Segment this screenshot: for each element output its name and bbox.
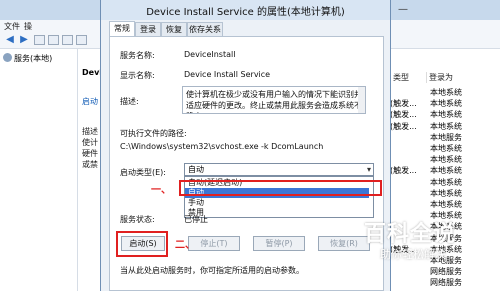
menu-action[interactable]: 操	[24, 21, 32, 32]
table-row[interactable]: (触发... 本地系统	[390, 108, 500, 120]
table-row[interactable]: 网络服务	[390, 265, 500, 277]
table-row[interactable]: 本地系统	[390, 86, 500, 98]
detail-description-line: 使计	[82, 138, 98, 147]
exe-path-value: C:\Windows\system32\svchost.exe -k DcomL…	[120, 142, 324, 151]
table-row[interactable]: 网络服务	[390, 276, 500, 288]
watermark-slogan: 助你轻松解决	[380, 248, 446, 261]
table-row[interactable]: (触发... 本地系统	[390, 120, 500, 132]
menu-file[interactable]: 文件	[4, 21, 20, 32]
table-row[interactable]: 本地系统	[390, 187, 500, 199]
annotation-highlight-auto	[179, 180, 382, 196]
row-logon-cell: 网络服务	[430, 278, 462, 288]
detail-description-label: 描述	[82, 127, 98, 136]
refresh-icon[interactable]	[62, 35, 73, 45]
startup-type-label: 启动类型(E):	[120, 168, 166, 177]
chevron-down-icon[interactable]: ▾	[367, 164, 371, 175]
startup-type-select[interactable]: 自动 ▾	[184, 163, 374, 176]
detail-description-line: 或禁	[82, 160, 98, 169]
service-status-label: 服务状态:	[120, 215, 155, 224]
forward-arrow-icon[interactable]: ▶	[18, 34, 30, 46]
exe-path-label: 可执行文件的路径:	[120, 129, 187, 138]
pause-service-button[interactable]: 暂停(P)	[253, 236, 305, 251]
tab-recovery[interactable]: 恢复	[161, 22, 187, 36]
console-tree-icon[interactable]	[34, 35, 45, 45]
tree-item-label: 服务(本地)	[14, 54, 53, 63]
detail-description-line: 硬件	[82, 149, 98, 158]
dialog-titlebar: Device Install Service 的属性(本地计算机)	[101, 0, 390, 20]
table-row[interactable]: (触发... 本地系统	[390, 97, 500, 109]
export-icon[interactable]	[76, 35, 87, 45]
description-label: 描述:	[120, 97, 139, 106]
table-row[interactable]: 本地系统	[390, 153, 500, 165]
service-name-value: DeviceInstall	[184, 50, 236, 59]
service-name-label: 服务名称:	[120, 51, 155, 60]
service-status-value: 已停止	[184, 215, 208, 224]
tab-general[interactable]: 常规	[109, 21, 135, 36]
extended-detail-pane	[79, 49, 101, 291]
services-gear-icon	[3, 53, 12, 62]
table-row[interactable]: 本地系统	[390, 176, 500, 188]
tree-item-services-local[interactable]: 服务(本地)	[3, 53, 52, 64]
dialog-title: Device Install Service 的属性(本地计算机)	[146, 7, 345, 18]
annotation-step-2: 二、	[175, 240, 195, 251]
tab-dependencies[interactable]: 依存关系	[187, 22, 223, 36]
startup-option[interactable]: 禁用	[185, 208, 369, 218]
display-name-value: Device Install Service	[184, 70, 271, 79]
table-row[interactable]: (触发... 本地系统	[390, 164, 500, 176]
stop-service-button[interactable]: 停止(T)	[188, 236, 240, 251]
description-text: 使计算机在极少或没有用户输入的情况下能识别并适应硬件的更改。终止或禁用此服务会造…	[186, 90, 362, 113]
annotation-step-1: 一、	[151, 185, 171, 196]
table-row[interactable]: 本地服务	[390, 131, 500, 143]
watermark-logo-text: 百科全说	[364, 222, 457, 247]
properties-icon[interactable]	[48, 35, 59, 45]
description-scrollbar[interactable]	[358, 87, 365, 113]
column-header-logon[interactable]: 登录为	[426, 72, 500, 83]
table-row[interactable]: 本地系统	[390, 198, 500, 210]
column-header-type[interactable]: 类型	[390, 72, 426, 83]
annotation-highlight-start	[116, 231, 168, 257]
detail-start-link[interactable]: 启动	[82, 96, 98, 107]
table-row[interactable]: 本地系统	[390, 142, 500, 154]
display-name-label: 显示名称:	[120, 71, 155, 80]
minimize-button[interactable]: —	[388, 4, 418, 18]
description-box[interactable]: 使计算机在极少或没有用户输入的情况下能识别并适应硬件的更改。终止或禁用此服务会造…	[182, 86, 366, 114]
tab-logon[interactable]: 登录	[135, 22, 161, 36]
resume-service-button[interactable]: 恢复(R)	[318, 236, 370, 251]
start-params-hint: 当从此处启动服务时，你可指定所适用的启动参数。	[120, 266, 304, 275]
startup-type-value: 自动	[188, 165, 204, 174]
startup-option[interactable]: 手动	[185, 198, 369, 208]
back-arrow-icon[interactable]: ◀	[4, 34, 16, 46]
console-tree-pane: 服务(本地)	[0, 49, 78, 291]
